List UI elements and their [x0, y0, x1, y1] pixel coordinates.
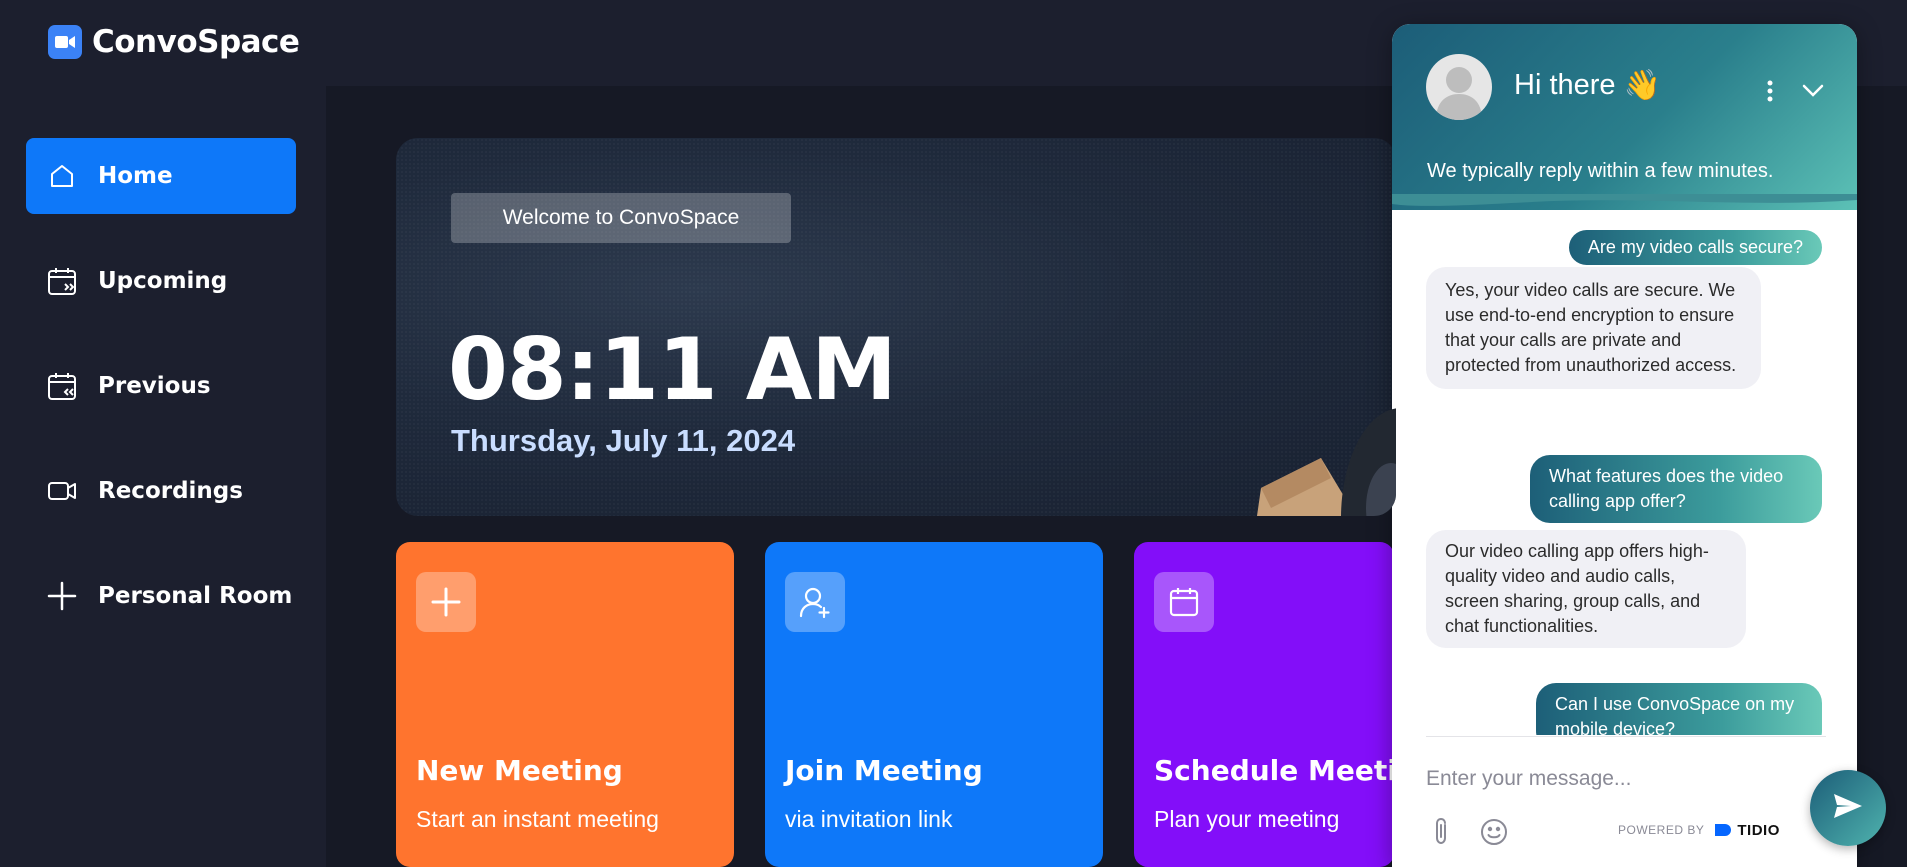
card-subtitle: via invitation link [785, 806, 953, 832]
schedule-meeting-card[interactable]: Schedule Meeting Plan your meeting [1134, 542, 1394, 867]
card-title: Join Meeting [785, 754, 983, 787]
send-icon [1833, 793, 1863, 824]
join-meeting-card[interactable]: Join Meeting via invitation link [765, 542, 1103, 867]
powered-by-label: POWERED BY [1618, 823, 1705, 837]
card-title: Schedule Meeting [1154, 754, 1394, 787]
send-button[interactable] [1810, 770, 1886, 846]
card-subtitle: Start an instant meeting [416, 806, 659, 832]
app-logo[interactable]: ConvoSpace [48, 24, 300, 60]
chat-title-text: Hi there [1514, 69, 1616, 101]
sidebar-item-previous[interactable]: Previous [26, 348, 296, 424]
chevron-down-icon[interactable] [1796, 74, 1830, 108]
brand-name: TIDIO [1737, 821, 1780, 839]
user-message: What features does the video calling app… [1530, 455, 1822, 523]
sidebar-item-upcoming[interactable]: Upcoming [26, 243, 296, 319]
divider [1426, 736, 1826, 737]
home-icon [46, 160, 78, 192]
plus-icon [46, 580, 78, 612]
paperclip-icon[interactable] [1426, 814, 1456, 848]
app-name: ConvoSpace [92, 24, 300, 60]
new-meeting-card[interactable]: New Meeting Start an instant meeting [396, 542, 734, 867]
tidio-brand: TIDIO [1712, 820, 1780, 840]
bot-message: Our video calling app offers high-qualit… [1426, 530, 1746, 648]
emoji-icon[interactable] [1478, 816, 1510, 848]
plus-icon [416, 572, 476, 632]
sidebar-item-label: Upcoming [98, 268, 228, 294]
video-camera-icon [48, 25, 82, 59]
message-input[interactable] [1426, 764, 1756, 794]
sidebar-item-label: Personal Room [98, 583, 293, 609]
sidebar-item-label: Home [98, 163, 173, 189]
user-message: Can I use ConvoSpace on my mobile device… [1536, 683, 1822, 735]
sidebar-item-recordings[interactable]: Recordings [26, 453, 296, 529]
sidebar: Home Upcoming Previous Recordings Person… [0, 86, 326, 867]
hero-illustration [1257, 408, 1396, 516]
more-options-icon[interactable] [1758, 74, 1782, 108]
tidio-logo-icon [1715, 824, 1732, 836]
video-icon [46, 475, 78, 507]
chat-subtitle: We typically reply within a few minutes. [1427, 160, 1774, 182]
sidebar-item-personal-room[interactable]: Personal Room [26, 558, 296, 634]
message-list: Are my video calls secure? Yes, your vid… [1392, 220, 1857, 735]
powered-by[interactable]: POWERED BY TIDIO [1618, 820, 1780, 840]
avatar [1426, 54, 1492, 120]
sidebar-item-home[interactable]: Home [26, 138, 296, 214]
welcome-badge: Welcome to ConvoSpace [451, 193, 791, 243]
calendar-forward-icon [46, 265, 78, 297]
calendar-back-icon [46, 370, 78, 402]
chat-header: Hi there 👋 We typically reply within a f… [1392, 24, 1857, 210]
waving-hand-icon: 👋 [1623, 69, 1661, 102]
user-message: Are my video calls secure? [1568, 230, 1822, 265]
card-title: New Meeting [416, 754, 623, 787]
sidebar-item-label: Recordings [98, 478, 243, 504]
hero-banner: Welcome to ConvoSpace 08:11 AM Thursday,… [396, 138, 1396, 516]
current-date: Thursday, July 11, 2024 [451, 423, 796, 458]
card-subtitle: Plan your meeting [1154, 806, 1340, 832]
calendar-icon [1154, 572, 1214, 632]
chat-widget: Hi there 👋 We typically reply within a f… [1392, 24, 1857, 867]
bot-message: Yes, your video calls are secure. We use… [1426, 267, 1761, 389]
add-user-icon [785, 572, 845, 632]
current-time: 08:11 AM [448, 320, 897, 420]
chat-title: Hi there 👋 [1514, 68, 1661, 103]
sidebar-item-label: Previous [98, 373, 211, 399]
